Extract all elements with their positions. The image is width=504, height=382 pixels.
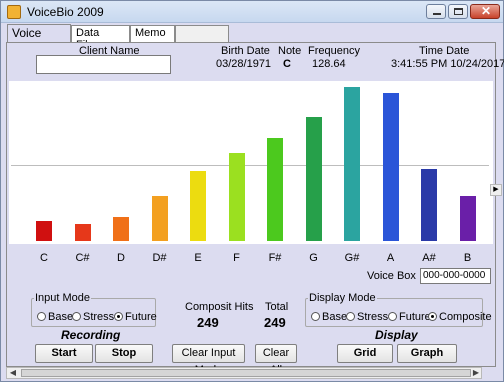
note-label-g: G — [309, 252, 318, 264]
radio-future-icon — [114, 312, 123, 321]
maximize-icon — [454, 8, 463, 15]
input-mode-future[interactable]: Future — [114, 311, 157, 323]
note-label-d: D — [117, 252, 125, 264]
composit-hits-value: 249 — [197, 315, 219, 330]
display-title: Display — [375, 328, 418, 342]
bar-f — [228, 153, 245, 241]
minimize-icon — [433, 13, 441, 15]
radio-display-future-icon — [388, 312, 397, 321]
note-value: C — [283, 58, 291, 70]
input-mode-stress[interactable]: Stress — [72, 311, 114, 323]
tab-empty-slot — [175, 25, 229, 42]
note-label-a: A — [386, 252, 395, 264]
tab-voice-input[interactable]: Voice Input — [7, 24, 71, 54]
display-mode-composite-label: Composite — [439, 311, 492, 323]
graph-button[interactable]: Graph — [397, 344, 457, 363]
close-button[interactable]: ✕ — [470, 4, 500, 19]
display-mode-base[interactable]: Base — [311, 311, 347, 323]
radio-stress-icon — [72, 312, 81, 321]
scroll-left-icon[interactable]: ◀ — [7, 368, 19, 378]
scroll-thumb[interactable] — [21, 369, 471, 377]
note-label-f: F — [233, 252, 240, 264]
bar-d-sharp — [151, 196, 168, 241]
bar-d — [113, 216, 129, 241]
note-label-g-sharp: G# — [344, 252, 360, 264]
total-label: Total — [265, 301, 289, 313]
display-mode-base-label: Base — [322, 311, 348, 323]
display-mode-group: Display Mode Base Stress Future Composit… — [305, 292, 492, 327]
frequency-value: 128.64 — [312, 58, 346, 70]
close-icon: ✕ — [481, 4, 492, 18]
birth-date-label: Birth Date — [221, 45, 270, 57]
bar-e — [190, 170, 206, 241]
display-mode-composite[interactable]: Composite — [428, 311, 492, 323]
clear-all-button[interactable]: Clear All — [255, 344, 297, 376]
voice-box-id-input[interactable]: 000-000-0000 — [420, 268, 491, 284]
client-name-input[interactable] — [36, 55, 171, 74]
display-mode-title: Display Mode — [308, 292, 377, 304]
scroll-right-icon[interactable]: ▶ — [470, 368, 482, 378]
display-mode-future-label: Future — [399, 311, 431, 323]
bar-g-sharp — [344, 87, 360, 241]
radio-base-icon — [37, 312, 46, 321]
bar-b — [459, 196, 476, 241]
birth-date-value: 03/28/1971 — [216, 58, 272, 70]
app-icon — [7, 5, 21, 19]
bar-f-sharp — [267, 137, 283, 241]
note-label-b: B — [463, 252, 472, 264]
stop-button[interactable]: Stop — [95, 344, 153, 363]
window-title: VoiceBio 2009 — [27, 5, 104, 19]
input-mode-base-label: Base — [48, 311, 74, 323]
input-mode-future-label: Future — [125, 311, 157, 323]
recording-title: Recording — [61, 328, 121, 342]
note-label-a-sharp: A# — [422, 252, 436, 264]
horizontal-scrollbar[interactable]: ◀ ▶ — [6, 367, 482, 379]
time-date-value: 3:41:55 PM 10/24/2017 — [391, 58, 504, 70]
bar-c — [36, 220, 52, 241]
display-mode-future[interactable]: Future — [388, 311, 431, 323]
time-date-label: Time Date — [419, 45, 470, 57]
bar-a — [382, 93, 399, 241]
tab-data-files[interactable]: Data Files — [71, 25, 130, 51]
input-mode-stress-label: Stress — [83, 311, 115, 323]
chart-midline — [11, 165, 489, 166]
note-label-f-sharp: F# — [268, 252, 282, 264]
display-mode-stress[interactable]: Stress — [346, 311, 388, 323]
minimize-button[interactable] — [426, 4, 446, 19]
composit-hits-label: Composit Hits — [185, 301, 254, 313]
clear-input-mode-button[interactable]: Clear Input Mode — [172, 344, 245, 376]
note-label-c-sharp: C# — [75, 252, 90, 264]
scroll-arrow-right[interactable]: ▶ — [490, 184, 502, 196]
frequency-label: Frequency — [308, 45, 360, 57]
radio-display-stress-icon — [346, 312, 355, 321]
note-label: Note — [278, 45, 302, 57]
note-label-d-sharp: D# — [152, 252, 167, 264]
app-window: VoiceBio 2009 ✕ Voice Input Data Files M… — [0, 0, 504, 382]
bar-a-sharp — [421, 169, 437, 241]
maximize-button[interactable] — [448, 4, 468, 19]
input-mode-title: Input Mode — [34, 292, 92, 304]
radio-display-composite-icon — [428, 312, 437, 321]
tab-memo[interactable]: Memo — [130, 25, 175, 42]
radio-display-base-icon — [311, 312, 320, 321]
input-mode-group: Input Mode Base Stress Future — [31, 292, 157, 327]
input-mode-base[interactable]: Base — [37, 311, 73, 323]
bar-g — [305, 117, 322, 241]
total-value: 249 — [264, 315, 286, 330]
start-button[interactable]: Start — [35, 344, 93, 363]
note-label-e: E — [194, 252, 202, 264]
note-label-c: C — [40, 252, 48, 264]
grid-button[interactable]: Grid — [337, 344, 393, 363]
title-bar[interactable]: VoiceBio 2009 ✕ — [1, 1, 503, 23]
display-mode-stress-label: Stress — [357, 311, 389, 323]
bar-c-sharp — [74, 223, 91, 241]
